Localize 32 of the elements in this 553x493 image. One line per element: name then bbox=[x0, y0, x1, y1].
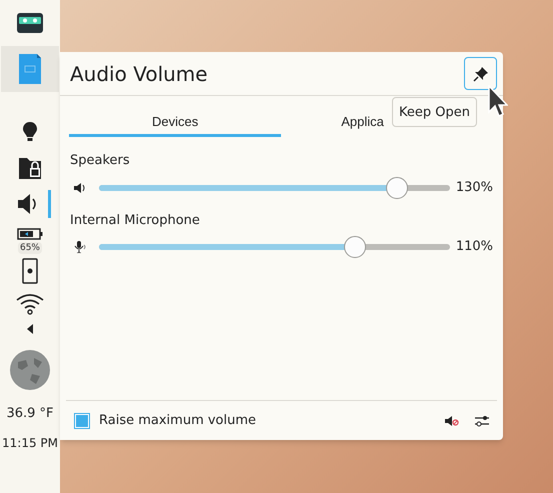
volume-reading: 110% bbox=[456, 238, 493, 256]
slider-handle[interactable] bbox=[386, 176, 408, 198]
active-indicator bbox=[48, 190, 50, 218]
locked-folder-icon[interactable] bbox=[18, 156, 42, 180]
globe-icon[interactable] bbox=[10, 350, 50, 390]
document-icon bbox=[19, 54, 41, 84]
microphone-icon bbox=[74, 241, 86, 253]
settings-icon[interactable] bbox=[475, 414, 489, 426]
volume-reading: 130% bbox=[456, 178, 493, 197]
tab[interactable]: Devices bbox=[69, 110, 282, 137]
speaker-muted-icon[interactable] bbox=[445, 414, 459, 426]
caret-left-icon[interactable] bbox=[27, 324, 33, 334]
clock-label[interactable]: 11:15 PM bbox=[2, 434, 58, 452]
device-name: Internal Microphone bbox=[70, 212, 201, 230]
device-name: Speakers bbox=[70, 152, 131, 170]
wifi-icon[interactable] bbox=[15, 292, 45, 316]
checkbox-label: Raise maximum volume bbox=[99, 412, 256, 430]
popup-title: Audio Volume bbox=[70, 60, 208, 88]
volume-slider[interactable] bbox=[99, 176, 450, 198]
tooltip: Keep Open bbox=[392, 97, 477, 127]
checkbox[interactable] bbox=[74, 412, 90, 428]
battery-icon[interactable] bbox=[17, 228, 43, 240]
phone-icon[interactable] bbox=[22, 258, 38, 284]
lightbulb-icon[interactable] bbox=[23, 122, 37, 142]
temperature-label: 36.9 °F bbox=[6, 405, 54, 423]
volume-slider[interactable] bbox=[99, 236, 450, 258]
battery-label: 65% bbox=[18, 242, 42, 254]
cassette-icon[interactable] bbox=[16, 12, 44, 34]
speaker-icon bbox=[74, 182, 86, 194]
slider-handle[interactable] bbox=[344, 236, 366, 258]
pin-button[interactable] bbox=[464, 57, 497, 90]
pin-icon bbox=[472, 66, 488, 82]
